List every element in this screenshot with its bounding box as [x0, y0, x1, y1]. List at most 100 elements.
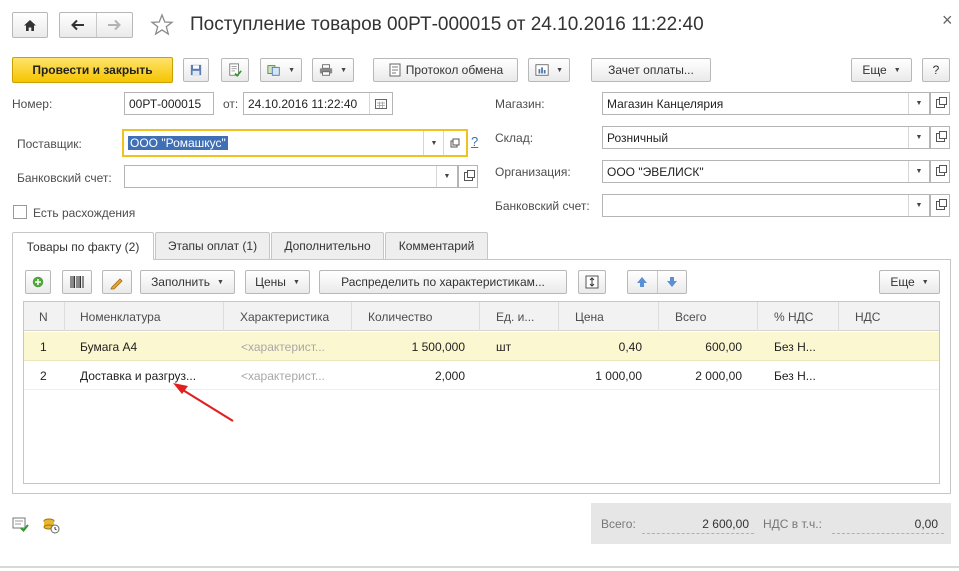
bank-account-label: Банковский счет:: [17, 171, 112, 185]
distribute-button[interactable]: Распределить по характеристикам...: [319, 270, 567, 294]
row-unit[interactable]: [488, 361, 559, 390]
row-vat-rate[interactable]: Без Н...: [766, 361, 839, 390]
chevron-down-icon: ▼: [921, 278, 929, 286]
page-title: Поступление товаров 00РТ-000015 от 24.10…: [190, 14, 704, 35]
col-header-n[interactable]: N: [24, 302, 65, 331]
home-button[interactable]: [12, 12, 48, 38]
warehouse-dropdown-button[interactable]: ▼: [908, 127, 929, 148]
discrepancy-label: Есть расхождения: [33, 206, 136, 220]
org-bank-account-dropdown-button[interactable]: ▼: [908, 195, 929, 216]
open-form-icon: [450, 138, 460, 148]
back-button[interactable]: [60, 13, 97, 37]
create-based-on-button[interactable]: ▼: [260, 58, 302, 82]
supplier-dropdown-button[interactable]: ▼: [423, 131, 444, 155]
pick-items-button[interactable]: [102, 270, 132, 294]
col-header-price[interactable]: Цена: [559, 302, 659, 331]
move-down-button[interactable]: [658, 271, 686, 293]
supplier-open-button[interactable]: [443, 131, 466, 155]
tab-payment-stages[interactable]: Этапы оплат (1): [155, 232, 270, 259]
prices-button[interactable]: Цены ▼: [245, 270, 310, 294]
row-item[interactable]: Бумага А4: [72, 332, 224, 361]
close-icon[interactable]: ×: [942, 10, 953, 31]
resize-button[interactable]: [578, 270, 606, 294]
fill-button[interactable]: Заполнить ▼: [140, 270, 235, 294]
col-header-item[interactable]: Номенклатура: [65, 302, 224, 331]
favorite-star-icon[interactable]: [150, 13, 174, 37]
table-more-button[interactable]: Еще ▼: [879, 270, 940, 294]
organization-open-button[interactable]: [930, 160, 950, 183]
chevron-down-icon: ▼: [340, 66, 347, 74]
bank-account-dropdown-button[interactable]: ▼: [436, 166, 457, 187]
bank-account-open-button[interactable]: [458, 165, 478, 188]
warehouse-open-button[interactable]: [930, 126, 950, 149]
tab-goods-actual[interactable]: Товары по факту (2): [12, 232, 154, 260]
open-form-icon: [935, 131, 947, 142]
reports-button[interactable]: ▼: [528, 58, 570, 82]
tab-additional[interactable]: Дополнительно: [271, 232, 384, 259]
row-total[interactable]: 2 000,00: [659, 361, 750, 390]
col-header-vat-rate[interactable]: % НДС: [758, 302, 839, 331]
row-quantity[interactable]: 1 500,000: [352, 332, 473, 361]
row-total[interactable]: 600,00: [659, 332, 750, 361]
row-price[interactable]: 1 000,00: [559, 361, 650, 390]
posted-check-icon[interactable]: [12, 516, 30, 532]
post-button[interactable]: [221, 58, 249, 82]
tab-comment[interactable]: Комментарий: [385, 232, 488, 259]
supplier-field[interactable]: ООО "Ромашкус" ▼: [122, 129, 468, 157]
exchange-protocol-icon: [389, 63, 401, 77]
discrepancy-checkbox[interactable]: [13, 205, 27, 219]
arrow-right-icon: [108, 19, 122, 31]
store-dropdown-button[interactable]: ▼: [908, 93, 929, 114]
post-document-icon: [229, 63, 242, 77]
payment-offset-label: Зачет оплаты...: [608, 63, 694, 77]
number-field[interactable]: 00РТ-000015: [124, 92, 214, 115]
post-and-close-button[interactable]: Провести и закрыть: [12, 57, 173, 83]
col-header-quantity[interactable]: Количество: [352, 302, 480, 331]
row-unit[interactable]: шт: [488, 332, 559, 361]
warehouse-field[interactable]: Розничный ▼: [602, 126, 930, 149]
organization-field[interactable]: ООО "ЭВЕЛИСК" ▼: [602, 160, 930, 183]
row-vat-rate[interactable]: Без Н...: [766, 332, 839, 361]
forward-button[interactable]: [97, 13, 132, 37]
col-header-unit[interactable]: Ед. и...: [480, 302, 559, 331]
move-up-button[interactable]: [628, 271, 658, 293]
open-form-icon: [935, 165, 947, 176]
post-and-close-label: Провести и закрыть: [32, 63, 153, 77]
print-button[interactable]: ▼: [312, 58, 354, 82]
save-button[interactable]: [183, 58, 209, 82]
supplier-label: Поставщик:: [17, 137, 82, 151]
store-value: Магазин Канцелярия: [607, 96, 724, 111]
row-quantity[interactable]: 2,000: [352, 361, 473, 390]
col-header-total[interactable]: Всего: [659, 302, 758, 331]
org-bank-account-label: Банковский счет:: [495, 199, 590, 213]
col-header-characteristic[interactable]: Характеристика: [224, 302, 352, 331]
store-open-button[interactable]: [930, 92, 950, 115]
row-vat[interactable]: [839, 332, 939, 361]
add-row-button[interactable]: [25, 270, 51, 294]
date-field[interactable]: 24.10.2016 11:22:40: [243, 92, 393, 115]
bank-account-field[interactable]: ▼: [124, 165, 458, 188]
col-header-vat[interactable]: НДС: [839, 302, 939, 331]
coins-icon[interactable]: [42, 516, 60, 534]
payment-offset-button[interactable]: Зачет оплаты...: [591, 58, 711, 82]
row-characteristic[interactable]: <характерист...: [233, 361, 352, 390]
vat-total-label: НДС в т.ч.:: [763, 517, 822, 531]
date-label: от:: [223, 97, 239, 111]
more-button[interactable]: Еще ▼: [851, 58, 912, 82]
number-label: Номер:: [12, 97, 53, 111]
help-button[interactable]: ?: [922, 58, 950, 82]
warehouse-value: Розничный: [607, 130, 669, 145]
total-label: Всего:: [601, 517, 636, 531]
row-price[interactable]: 0,40: [559, 332, 650, 361]
row-vat[interactable]: [839, 361, 939, 390]
exchange-protocol-button[interactable]: Протокол обмена: [373, 58, 518, 82]
barcode-button[interactable]: [62, 270, 92, 294]
organization-dropdown-button[interactable]: ▼: [908, 161, 929, 182]
store-field[interactable]: Магазин Канцелярия ▼: [602, 92, 930, 115]
row-characteristic[interactable]: <характерист...: [233, 332, 352, 361]
org-bank-account-field[interactable]: ▼: [602, 194, 930, 217]
calendar-button[interactable]: [369, 93, 392, 114]
org-bank-account-open-button[interactable]: [930, 194, 950, 217]
total-value: 2 600,00: [702, 517, 749, 531]
supplier-help-link[interactable]: ?: [471, 134, 478, 149]
